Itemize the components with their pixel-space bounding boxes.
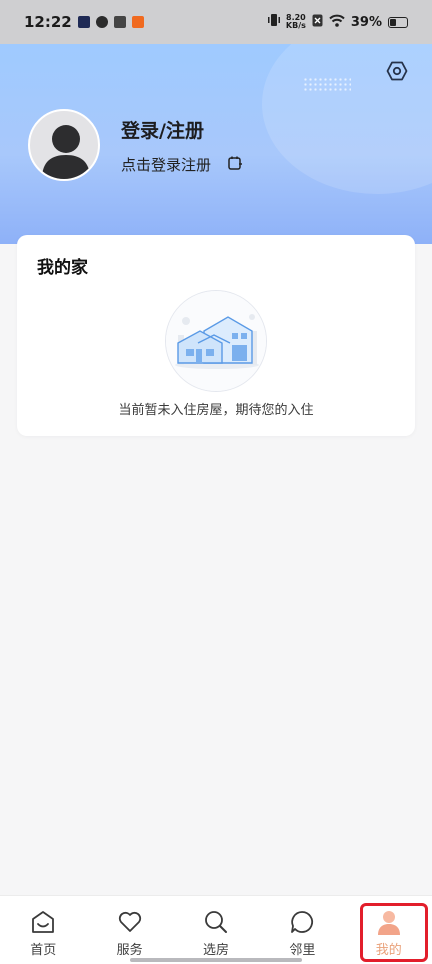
my-home-card: 我的家 当前暂未入住房屋，期待您的入住 [17,235,415,436]
battery-fill [390,18,397,26]
status-right: 8.20 KB/s 39% [267,13,408,31]
home-indicator[interactable] [130,958,302,962]
vibrate-icon [267,13,280,31]
net-speed-unit: KB/s [285,21,306,30]
nav-item-choose-house[interactable]: 选房 [173,896,259,964]
empty-state-text: 当前暂未入住房屋，期待您的入住 [118,403,314,418]
heart-icon [116,908,144,936]
nav-label-home: 首页 [30,943,57,958]
nav-item-neighbors[interactable]: 邻里 [259,896,345,964]
decorative-dots [303,77,351,93]
battery-percent: 39% [350,14,382,30]
status-bar: 12:22 8.20 KB/s 39% [0,0,432,44]
card-title: 我的家 [37,258,88,278]
login-subtitle-row[interactable]: 点击登录注册 [121,154,243,175]
search-icon [202,908,230,936]
edit-icon[interactable] [227,155,243,175]
house-illustration [165,290,267,392]
login-subtitle[interactable]: 点击登录注册 [121,154,211,175]
nav-label-choose-house: 选房 [202,943,229,958]
nav-item-home[interactable]: 首页 [0,896,86,964]
nav-label-neighbors: 邻里 [289,943,316,958]
net-speed: 8.20 KB/s [286,14,306,30]
default-avatar-icon [42,125,90,179]
video-app-icon [77,16,90,28]
wifi-icon [329,14,345,31]
shop-app-icon [131,16,144,28]
settings-button[interactable] [385,61,409,85]
avatar[interactable] [28,109,100,181]
status-left: 12:22 [24,13,144,31]
nav-label-service: 服务 [116,943,143,958]
vivo-app-icon [113,16,126,28]
home-icon [29,908,57,936]
chat-bubble-icon [288,908,316,936]
login-title[interactable]: 登录/注册 [121,116,204,143]
battery-icon [388,16,408,28]
profile-header: 登录/注册 点击登录注册 [0,44,432,244]
nav-item-service[interactable]: 服务 [86,896,172,964]
status-time: 12:22 [24,13,72,31]
link-app-icon [95,16,108,28]
settings-hex-icon [386,60,408,86]
active-tab-highlight [360,903,428,962]
sim-off-icon [312,14,323,31]
